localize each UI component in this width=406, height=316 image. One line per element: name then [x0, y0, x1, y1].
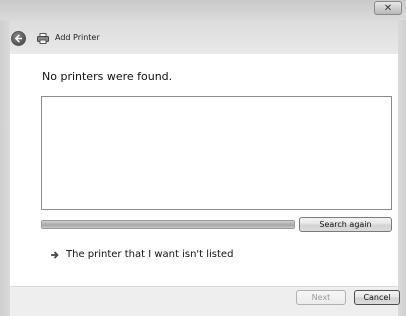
- page-heading: No printers were found.: [42, 70, 173, 83]
- window-frame-left: [0, 20, 10, 316]
- add-printer-window: ✕ Add Printer No printers were found. Se…: [0, 0, 406, 316]
- close-button[interactable]: ✕: [374, 1, 402, 15]
- back-button[interactable]: [11, 31, 26, 46]
- printer-not-listed-label: The printer that I want isn't listed: [66, 249, 234, 260]
- search-again-label: Search again: [319, 220, 372, 229]
- window-title: Add Printer: [55, 33, 100, 42]
- window-frame-right: [398, 20, 406, 316]
- next-label: Next: [311, 293, 331, 302]
- close-icon: ✕: [383, 2, 393, 14]
- printer-results-list[interactable]: [41, 96, 392, 210]
- printer-not-listed-link[interactable]: The printer that I want isn't listed: [50, 249, 233, 260]
- search-again-button[interactable]: Search again: [299, 217, 392, 232]
- cancel-label: Cancel: [363, 293, 391, 302]
- cancel-button[interactable]: Cancel: [354, 290, 400, 305]
- printer-icon: [37, 33, 49, 44]
- next-button[interactable]: Next: [296, 290, 346, 305]
- back-arrow-icon: [14, 34, 23, 43]
- arrow-right-icon: [51, 250, 59, 259]
- search-progress-fill: [42, 221, 294, 228]
- title-bar[interactable]: [0, 0, 406, 20]
- search-progress-bar: [41, 220, 295, 229]
